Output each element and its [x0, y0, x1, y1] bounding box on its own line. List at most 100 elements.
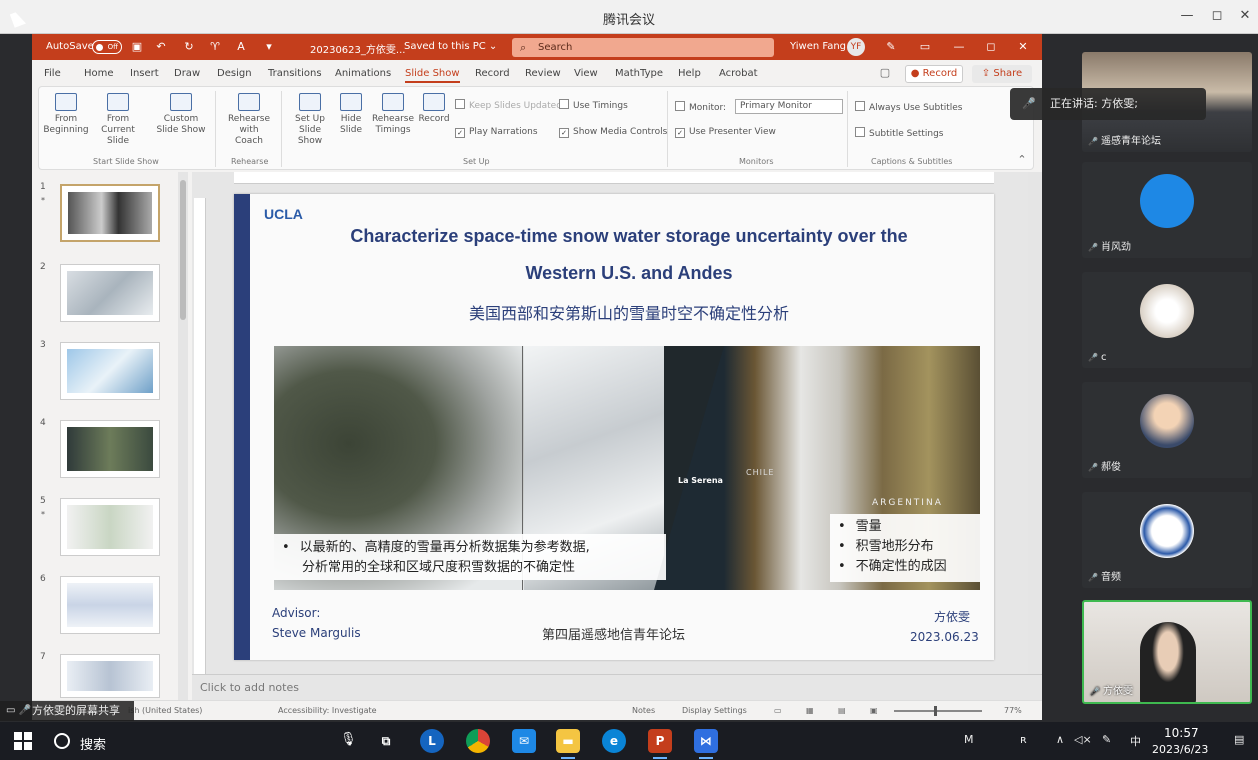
- participant-tile[interactable]: c: [1082, 272, 1252, 368]
- reading-view-icon[interactable]: ▤: [838, 706, 846, 715]
- autosave-toggle[interactable]: Off: [92, 40, 122, 54]
- microphone-icon[interactable]: 🎙: [340, 732, 357, 747]
- comments-icon[interactable]: ▢: [878, 66, 892, 80]
- scroll-thumb[interactable]: [180, 180, 186, 320]
- display-settings-button[interactable]: Display Settings: [682, 706, 747, 715]
- ime-indicator[interactable]: 中: [1130, 733, 1141, 749]
- custom-show-button[interactable]: Custom Slide Show: [153, 93, 209, 136]
- presenter-view-checkbox[interactable]: Use Presenter View: [675, 127, 776, 138]
- slide-thumbnail[interactable]: [60, 654, 160, 698]
- tab-file[interactable]: File: [44, 68, 61, 79]
- tab-view[interactable]: View: [574, 68, 598, 79]
- slide-sorter-icon[interactable]: ▦: [806, 706, 814, 715]
- chrome-icon[interactable]: [466, 729, 490, 753]
- maximize-icon[interactable]: ◻: [984, 40, 998, 54]
- tab-help[interactable]: Help: [678, 68, 701, 79]
- app-l-icon[interactable]: L: [420, 729, 444, 753]
- always-subtitles-checkbox[interactable]: Always Use Subtitles: [855, 101, 963, 113]
- tab-mathtype[interactable]: MathType: [615, 68, 663, 79]
- windows-start-icon[interactable]: [14, 732, 32, 750]
- present-icon[interactable]: ♈: [208, 40, 222, 54]
- taskbar-search[interactable]: 搜索: [80, 734, 106, 753]
- notes-button[interactable]: Notes: [632, 706, 655, 715]
- share-button[interactable]: ⇪ Share: [972, 65, 1032, 83]
- minimize-button[interactable]: —: [1176, 6, 1198, 26]
- pen-icon[interactable]: ✎: [884, 40, 898, 54]
- task-view-icon[interactable]: ⧉: [374, 729, 398, 753]
- minimize-icon[interactable]: —: [952, 40, 966, 54]
- close-icon[interactable]: ✕: [1016, 40, 1030, 54]
- chevron-up-icon[interactable]: ∧: [1056, 733, 1064, 746]
- tab-slide-show[interactable]: Slide Show: [405, 68, 460, 83]
- avatar[interactable]: YF: [847, 38, 865, 56]
- clock-time[interactable]: 10:57: [1164, 726, 1199, 740]
- rehearse-coach-button[interactable]: Rehearse with Coach: [225, 93, 273, 147]
- tab-insert[interactable]: Insert: [130, 68, 159, 79]
- tab-acrobat[interactable]: Acrobat: [719, 68, 758, 79]
- editor-scrollbar[interactable]: [1028, 172, 1040, 702]
- use-timings-checkbox[interactable]: Use Timings: [559, 99, 628, 111]
- subtitle-settings-button[interactable]: Subtitle Settings: [855, 127, 944, 139]
- slide-thumbnail[interactable]: [60, 342, 160, 400]
- redo-icon[interactable]: ↻: [182, 40, 196, 54]
- participant-tile-active[interactable]: 方依雯: [1082, 600, 1252, 704]
- tab-draw[interactable]: Draw: [174, 68, 200, 79]
- slide-thumbnail[interactable]: [60, 184, 160, 242]
- slide-thumbnail[interactable]: [60, 264, 160, 322]
- search-input[interactable]: ⌕ Search: [512, 38, 774, 57]
- participant-tile[interactable]: 郝俊: [1082, 382, 1252, 478]
- text-color-icon[interactable]: A: [234, 40, 248, 54]
- current-slide[interactable]: UCLA Characterize space-time snow water …: [234, 194, 994, 660]
- setup-show-button[interactable]: Set Up Slide Show: [287, 93, 333, 147]
- from-current-button[interactable]: From Current Slide: [93, 93, 143, 147]
- ribbon-display-icon[interactable]: ▭: [918, 40, 932, 54]
- pen-icon[interactable]: ✎: [1102, 733, 1111, 746]
- tencent-meeting-icon[interactable]: ⋈: [694, 729, 718, 753]
- undo-icon[interactable]: ↶: [154, 40, 168, 54]
- tray-m-icon[interactable]: M: [964, 733, 974, 746]
- show-media-checkbox[interactable]: Show Media Controls: [559, 127, 667, 138]
- saved-status[interactable]: Saved to this PC ⌄: [404, 41, 497, 52]
- thumbnail-scrollbar[interactable]: [178, 172, 188, 700]
- slideshow-view-icon[interactable]: ▣: [870, 706, 878, 715]
- slide-thumbnail[interactable]: [60, 576, 160, 634]
- keep-updated-checkbox[interactable]: Keep Slides Updated: [455, 99, 562, 111]
- search-icon[interactable]: [54, 733, 70, 749]
- tab-design[interactable]: Design: [217, 68, 252, 79]
- language-status[interactable]: ish (United States): [128, 706, 202, 715]
- file-explorer-icon[interactable]: ▬: [556, 729, 580, 753]
- accessibility-status[interactable]: Accessibility: Investigate: [278, 706, 377, 715]
- zoom-slider[interactable]: [894, 706, 982, 716]
- zoom-level[interactable]: 77%: [1004, 706, 1022, 715]
- hide-slide-button[interactable]: Hide Slide: [337, 93, 365, 136]
- powerpoint-icon[interactable]: P: [648, 729, 672, 753]
- rehearse-timings-button[interactable]: Rehearse Timings: [371, 93, 415, 136]
- slide-thumbnail[interactable]: [60, 420, 160, 478]
- notes-input[interactable]: Click to add notes: [192, 674, 1042, 700]
- record-button[interactable]: ● Record: [905, 65, 963, 83]
- slide-thumbnail[interactable]: [60, 498, 160, 556]
- mail-icon[interactable]: ✉: [512, 729, 536, 753]
- monitor-select[interactable]: Primary Monitor: [735, 99, 843, 114]
- edge-icon[interactable]: e: [602, 729, 626, 753]
- play-narrations-checkbox[interactable]: Play Narrations: [455, 127, 538, 138]
- tab-home[interactable]: Home: [84, 68, 114, 79]
- customize-toolbar-icon[interactable]: ▾: [262, 40, 276, 54]
- tab-animations[interactable]: Animations: [335, 68, 391, 79]
- notification-icon[interactable]: ▤: [1234, 733, 1244, 746]
- restore-button[interactable]: ◻: [1206, 6, 1228, 26]
- normal-view-icon[interactable]: ▭: [774, 706, 782, 715]
- volume-icon[interactable]: ◁×: [1074, 733, 1092, 746]
- tab-record[interactable]: Record: [475, 68, 510, 79]
- from-beginning-button[interactable]: From Beginning: [43, 93, 89, 136]
- participant-tile[interactable]: 音频: [1082, 492, 1252, 588]
- save-icon[interactable]: ▣: [130, 40, 144, 54]
- tab-transitions[interactable]: Transitions: [268, 68, 322, 79]
- close-button[interactable]: ✕: [1234, 6, 1256, 26]
- clock-date[interactable]: 2023/6/23: [1152, 743, 1208, 756]
- people-icon[interactable]: ʀ: [1020, 733, 1027, 746]
- record-slide-button[interactable]: Record: [417, 93, 451, 125]
- participant-tile[interactable]: 肖风劲: [1082, 162, 1252, 258]
- tab-review[interactable]: Review: [525, 68, 561, 79]
- collapse-ribbon-icon[interactable]: ⌃: [1015, 153, 1029, 167]
